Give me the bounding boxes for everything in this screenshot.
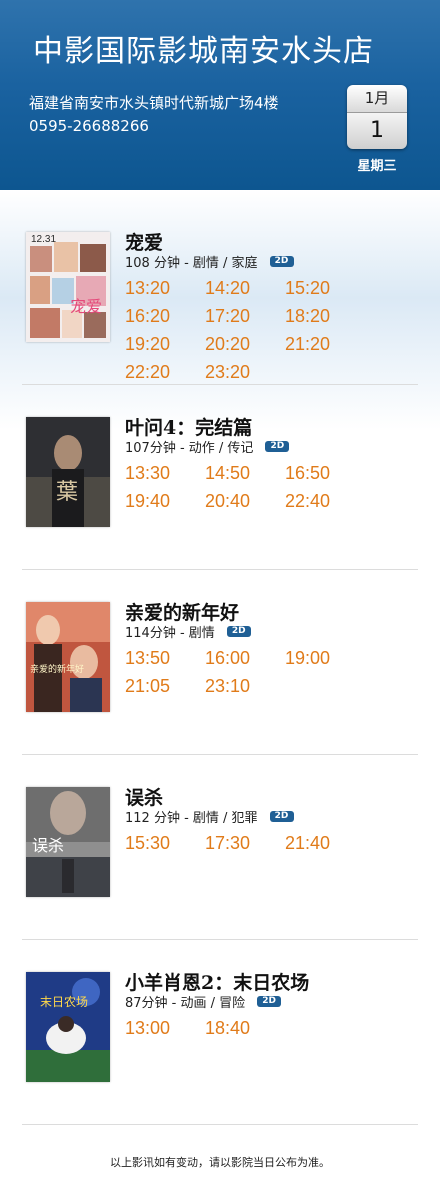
movie-divider — [22, 384, 418, 385]
movie-divider — [22, 754, 418, 755]
showtime[interactable]: 19:00 — [285, 648, 365, 676]
movie-meta-text: 112 分钟 - 剧情 / 犯罪 — [125, 811, 258, 826]
poster-title-text: 葉 — [56, 480, 78, 505]
showtime-list: 13:50 16:00 19:00 21:05 23:10 — [125, 648, 425, 704]
showtime[interactable]: 23:10 — [205, 676, 285, 704]
movie-meta-text: 108 分钟 - 剧情 / 家庭 — [125, 256, 258, 271]
showtime[interactable]: 18:20 — [285, 306, 365, 334]
showtime-list: 13:30 14:50 16:50 19:40 20:40 22:40 — [125, 463, 425, 519]
movie-poster[interactable]: 误杀 — [26, 787, 110, 897]
poster-title-text: 误杀 — [32, 836, 64, 855]
movie-meta: 112 分钟 - 剧情 / 犯罪 2D — [125, 807, 294, 826]
movie-meta: 114分钟 - 剧情 2D — [125, 622, 251, 641]
poster-date-text: 12.31 — [31, 234, 56, 245]
showtime[interactable]: 16:50 — [285, 463, 365, 491]
showtime-list: 13:00 18:40 — [125, 1018, 425, 1046]
showtime[interactable]: 13:00 — [125, 1018, 205, 1046]
format-2d-badge: 2D — [269, 256, 294, 267]
calendar-day: 1 — [347, 113, 407, 149]
calendar-weekday: 星期三 — [357, 159, 397, 174]
movie-meta: 107分钟 - 动作 / 传记 2D — [125, 437, 290, 456]
movie-title[interactable]: 亲爱的新年好 — [125, 598, 239, 625]
showtime[interactable]: 18:40 — [205, 1018, 285, 1046]
showtime[interactable]: 14:50 — [205, 463, 285, 491]
movie-item[interactable]: 12.31 宠爱 宠爱 108 分钟 - 剧情 / 家庭 2D 13:20 14… — [0, 232, 440, 417]
movie-item[interactable]: 葉 叶问4：完结篇 107分钟 - 动作 / 传记 2D 13:30 14:50… — [0, 417, 440, 602]
showtime[interactable]: 15:20 — [285, 278, 365, 306]
format-2d-badge: 2D — [265, 441, 290, 452]
format-2d-badge: 2D — [226, 626, 251, 637]
showtime[interactable]: 17:20 — [205, 306, 285, 334]
calendar-month: 1月 — [347, 85, 407, 113]
movie-title[interactable]: 误杀 — [125, 783, 163, 810]
movie-meta-text: 114分钟 - 剧情 — [125, 626, 215, 641]
cinema-phone[interactable]: 0595-26688266 — [29, 117, 149, 135]
movie-poster[interactable]: 末日农场 — [26, 972, 110, 1082]
movie-poster[interactable]: 12.31 宠爱 — [26, 232, 110, 342]
movie-item[interactable]: 末日农场 小羊肖恩2：末日农场 87分钟 - 动画 / 冒险 2D 13:00 … — [0, 972, 440, 1157]
showtime[interactable]: 20:40 — [205, 491, 285, 519]
showtime[interactable]: 22:20 — [125, 362, 205, 390]
movie-title[interactable]: 小羊肖恩2：末日农场 — [125, 968, 309, 995]
format-2d-badge: 2D — [257, 996, 282, 1007]
date-calendar-icon: 1月 1 — [347, 85, 407, 149]
showtime[interactable]: 23:20 — [205, 362, 285, 390]
showtime-list: 15:30 17:30 21:40 — [125, 833, 425, 861]
showtime[interactable]: 13:20 — [125, 278, 205, 306]
movie-item[interactable]: 亲爱的新年好 亲爱的新年好 114分钟 - 剧情 2D 13:50 16:00 … — [0, 602, 440, 787]
showtime-list: 13:20 14:20 15:20 16:20 17:20 18:20 19:2… — [125, 278, 425, 390]
showtime[interactable]: 14:20 — [205, 278, 285, 306]
showtime[interactable]: 21:05 — [125, 676, 205, 704]
movie-meta: 87分钟 - 动画 / 冒险 2D — [125, 992, 282, 1011]
showtime[interactable]: 15:30 — [125, 833, 205, 861]
movie-meta-text: 87分钟 - 动画 / 冒险 — [125, 996, 246, 1011]
movie-meta: 108 分钟 - 剧情 / 家庭 2D — [125, 252, 294, 271]
movie-divider — [22, 939, 418, 940]
movie-title[interactable]: 叶问4：完结篇 — [125, 413, 252, 440]
cinema-name: 中影国际影城南安水头店 — [33, 34, 374, 69]
cinema-address: 福建省南安市水头镇时代新城广场4楼 — [29, 94, 279, 112]
movie-poster[interactable]: 葉 — [26, 417, 110, 527]
poster-title-text: 末日农场 — [40, 995, 88, 1009]
showtime[interactable]: 17:30 — [205, 833, 285, 861]
showtime[interactable]: 19:40 — [125, 491, 205, 519]
showtime[interactable]: 21:40 — [285, 833, 365, 861]
showtime[interactable]: 21:20 — [285, 334, 365, 362]
movie-meta-text: 107分钟 - 动作 / 传记 — [125, 441, 254, 456]
poster-title-text: 亲爱的新年好 — [30, 663, 84, 675]
movie-item[interactable]: 误杀 误杀 112 分钟 - 剧情 / 犯罪 2D 15:30 17:30 21… — [0, 787, 440, 972]
showtime[interactable]: 16:20 — [125, 306, 205, 334]
poster-title-text: 宠爱 — [70, 297, 102, 316]
format-2d-badge: 2D — [269, 811, 294, 822]
movie-title[interactable]: 宠爱 — [125, 228, 163, 255]
footer-note: 以上影讯如有变动，请以影院当日公布为准。 — [110, 1156, 330, 1169]
movie-divider — [22, 569, 418, 570]
showtime[interactable]: 20:20 — [205, 334, 285, 362]
showtime[interactable]: 19:20 — [125, 334, 205, 362]
showtime[interactable]: 22:40 — [285, 491, 365, 519]
showtime[interactable]: 13:30 — [125, 463, 205, 491]
movie-poster[interactable]: 亲爱的新年好 — [26, 602, 110, 712]
movie-divider — [22, 1124, 418, 1125]
showtime[interactable]: 16:00 — [205, 648, 285, 676]
showtime[interactable]: 13:50 — [125, 648, 205, 676]
header-banner: 中影国际影城南安水头店 福建省南安市水头镇时代新城广场4楼 0595-26688… — [0, 0, 440, 190]
